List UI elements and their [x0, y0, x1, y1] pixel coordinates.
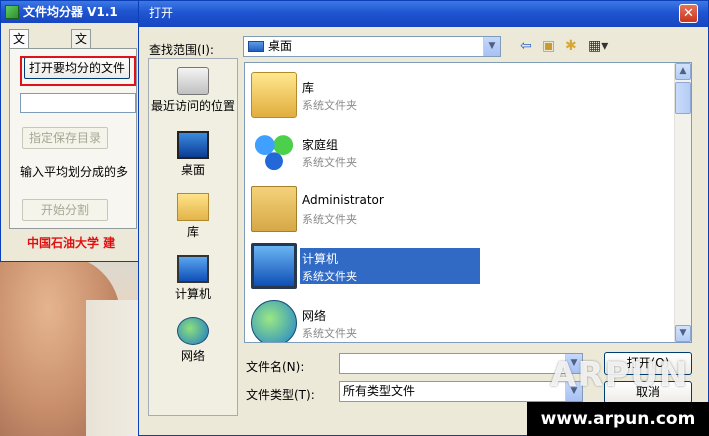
annotation-highlight-box [20, 56, 136, 86]
filename-label: 文件名(N): [246, 360, 305, 374]
item-name: 家庭组 [302, 138, 339, 152]
network-icon [251, 300, 297, 342]
desktop-icon [177, 131, 209, 159]
recent-icon [177, 67, 209, 95]
vertical-scrollbar[interactable]: ▲ ▼ [674, 63, 691, 342]
place-label: 库 [186, 225, 199, 239]
list-item-selected[interactable]: 计算机 系统文件夹 [245, 237, 675, 293]
list-item[interactable]: Administrator 系统文件夹 [245, 180, 675, 236]
look-in-value: 桌面 [268, 39, 293, 53]
chevron-down-icon[interactable]: ▼ [483, 37, 500, 56]
place-recent[interactable]: 最近访问的位置 [149, 67, 237, 114]
app-logo-icon [5, 5, 19, 19]
item-name: 网络 [302, 309, 327, 323]
file-splitter-window: 文件均分器 V1.1 文件分割 文件合并 打开要均分的文件 指定保存目录 输入平… [0, 0, 144, 262]
network-icon [177, 317, 209, 345]
desktop-icon [248, 41, 264, 52]
place-desktop[interactable]: 桌面 [149, 131, 237, 178]
place-label: 最近访问的位置 [150, 99, 235, 113]
computer-icon [177, 255, 209, 283]
back-icon[interactable]: ⇦ [520, 38, 532, 54]
item-name: Administrator [302, 193, 384, 207]
library-icon [251, 72, 297, 118]
app-footer-credit: 中国石油大学 建 [27, 236, 116, 250]
split-count-hint: 输入平均划分成的多 [20, 165, 129, 179]
tab-merge[interactable]: 文件合并 [71, 29, 92, 100]
up-folder-icon[interactable]: ▣ [542, 38, 555, 54]
place-label: 计算机 [174, 287, 211, 301]
file-path-field[interactable] [20, 93, 136, 113]
tab-split[interactable]: 文件分割 [9, 29, 30, 100]
item-name: 库 [302, 81, 315, 95]
item-name: 计算机 [302, 252, 339, 266]
item-kind: 系统文件夹 [302, 327, 357, 340]
app-title: 文件均分器 V1.1 [23, 5, 118, 19]
start-split-button[interactable]: 开始分割 [22, 199, 108, 221]
homegroup-icon [251, 129, 297, 175]
filetype-value: 所有类型文件 [343, 384, 416, 398]
place-network[interactable]: 网络 [149, 317, 237, 364]
filename-input[interactable]: ▼ [339, 353, 583, 374]
file-list[interactable]: 库 系统文件夹 家庭组 系统文件夹 Administrator 系统文件夹 计算… [244, 62, 692, 343]
user-folder-icon [251, 186, 297, 232]
place-computer[interactable]: 计算机 [149, 255, 237, 302]
app-titlebar[interactable]: 文件均分器 V1.1 [1, 1, 143, 23]
look-in-dropdown[interactable]: 桌面 ▼ [243, 36, 501, 57]
library-icon [177, 193, 209, 221]
scroll-down-icon[interactable]: ▼ [675, 325, 691, 342]
item-kind: 系统文件夹 [302, 156, 357, 169]
place-label: 网络 [180, 349, 205, 363]
computer-icon [251, 243, 297, 289]
dialog-titlebar[interactable]: 打开 ✕ [139, 1, 708, 27]
item-kind: 系统文件夹 [302, 270, 357, 283]
view-menu-icon[interactable]: ▦▾ [588, 38, 608, 54]
item-kind: 系统文件夹 [302, 213, 357, 226]
look-in-label: 查找范围(I): [149, 43, 214, 57]
watermark-url: www.arpun.com [527, 402, 709, 436]
scroll-thumb[interactable] [675, 82, 691, 114]
places-bar: 最近访问的位置 桌面 库 计算机 网络 [148, 58, 238, 416]
new-folder-icon[interactable]: ✱ [565, 38, 577, 54]
watermark-logo: ARPUN [550, 355, 689, 395]
item-kind: 系统文件夹 [302, 99, 357, 112]
save-dir-button[interactable]: 指定保存目录 [22, 127, 108, 149]
dialog-title: 打开 [149, 6, 174, 20]
scroll-up-icon[interactable]: ▲ [675, 63, 691, 80]
place-label: 桌面 [180, 163, 205, 177]
place-library[interactable]: 库 [149, 193, 237, 240]
filetype-label: 文件类型(T): [246, 388, 315, 402]
close-button[interactable]: ✕ [679, 4, 698, 23]
list-item[interactable]: 库 系统文件夹 [245, 66, 675, 122]
list-item[interactable]: 网络 系统文件夹 [245, 294, 675, 342]
filetype-dropdown[interactable]: 所有类型文件 ▼ [339, 381, 583, 402]
list-item[interactable]: 家庭组 系统文件夹 [245, 123, 675, 179]
